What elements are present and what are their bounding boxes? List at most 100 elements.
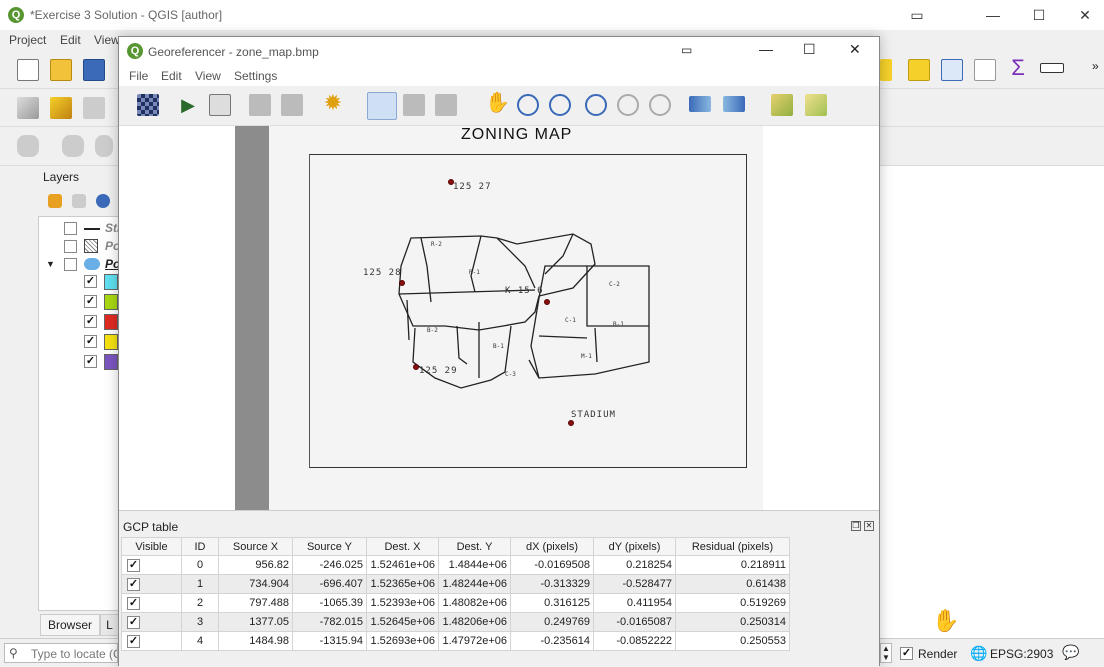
category-checkbox[interactable]: ✓ (84, 315, 97, 328)
gcp-row[interactable]: ✓ 4 1484.98 -1315.94 1.52693e+06 1.47972e+06-… (121, 631, 790, 651)
new-project-icon[interactable] (17, 59, 39, 81)
gcp-point-marker[interactable] (544, 299, 550, 305)
statistics-sigma-icon[interactable]: Σ (1007, 57, 1029, 79)
generate-gdal-script-icon[interactable] (209, 94, 231, 116)
column-header[interactable]: Visible (121, 537, 182, 556)
gcp-cell-residual[interactable]: 0.519269 (675, 593, 790, 613)
gcp-cell-dest-x[interactable]: 1.52645e+06 (366, 612, 439, 632)
menu-project[interactable]: Project (9, 33, 46, 47)
column-header[interactable]: ID (181, 537, 219, 556)
category-checkbox[interactable]: ✓ (84, 275, 97, 288)
geo-maximize-button[interactable]: ☐ (803, 41, 816, 58)
rotation-spinner[interactable]: ▲ ▼ (880, 643, 892, 663)
open-project-icon[interactable] (50, 59, 72, 81)
gcp-cell-source-x[interactable]: 1484.98 (218, 631, 293, 651)
visible-checkbox[interactable]: ✓ (127, 558, 140, 572)
column-header[interactable]: dY (pixels) (593, 537, 676, 556)
gcp-cell-residual[interactable]: 0.218911 (675, 555, 790, 575)
load-gcp-points-icon[interactable] (249, 94, 271, 116)
link-georeferencer-icon[interactable] (689, 96, 711, 112)
toggle-editing-icon[interactable] (50, 97, 72, 119)
open-raster-icon[interactable] (137, 94, 159, 116)
crs-label[interactable]: EPSG:2903 (990, 647, 1053, 661)
zoom-in-icon[interactable] (517, 94, 539, 116)
save-edits-icon[interactable] (83, 97, 105, 119)
gcp-cell-dx[interactable]: -0.313329 (510, 574, 594, 594)
column-header[interactable]: dX (pixels) (510, 537, 594, 556)
gcp-cell-source-x[interactable]: 956.82 (218, 555, 293, 575)
gcp-row[interactable]: ✓ 0 956.82 -246.025 1.52461e+06 1.4844e+06 -0.… (121, 555, 790, 575)
gcp-cell-source-x[interactable]: 797.488 (218, 593, 293, 613)
layer-checkbox[interactable] (64, 240, 77, 253)
gcp-cell-dest-x[interactable]: 1.52365e+06 (366, 574, 439, 594)
visible-checkbox[interactable]: ✓ (127, 634, 140, 648)
gcp-row[interactable]: ✓ 1 734.904 -696.407 1.52365e+06 1.48244e+06-… (121, 574, 790, 594)
gcp-cell-dest-x[interactable]: 1.52461e+06 (366, 555, 439, 575)
attribute-table-icon[interactable] (941, 59, 963, 81)
gcp-cell-dy[interactable]: -0.0165087 (593, 612, 676, 632)
field-calculator-icon[interactable] (974, 59, 996, 81)
close-button[interactable]: ✕ (1062, 0, 1104, 30)
gcp-cell-source-y[interactable]: -246.025 (292, 555, 367, 575)
gcp-cell-source-x[interactable]: 734.904 (218, 574, 293, 594)
zoom-next-icon[interactable] (649, 94, 671, 116)
geo-menu-view[interactable]: View (195, 69, 221, 83)
gcp-cell-dy[interactable]: -0.0852222 (593, 631, 676, 651)
gcp-cell-dest-y[interactable]: 1.4844e+06 (438, 555, 511, 575)
gcp-cell-id[interactable]: 4 (181, 631, 219, 651)
zoom-to-layer-icon[interactable] (585, 94, 607, 116)
full-histogram-stretch-icon[interactable] (771, 94, 793, 116)
category-checkbox[interactable]: ✓ (84, 355, 97, 368)
locator-bar[interactable]: ⚲ Type to locate (Ct (4, 643, 118, 663)
gcp-cell-id[interactable]: 1 (181, 574, 219, 594)
column-header[interactable]: Dest. Y (438, 537, 511, 556)
save-project-icon[interactable] (83, 59, 105, 81)
gcp-cell-id[interactable]: 3 (181, 612, 219, 632)
delete-point-icon[interactable] (403, 94, 425, 116)
gcp-cell-dx[interactable]: -0.0169508 (510, 555, 594, 575)
gcp-cell-source-x[interactable]: 1377.05 (218, 612, 293, 632)
add-group-icon[interactable] (72, 194, 86, 208)
category-checkbox[interactable]: ✓ (84, 335, 97, 348)
gcp-cell-residual[interactable]: 0.250553 (675, 631, 790, 651)
measure-icon[interactable] (1040, 63, 1064, 73)
gcp-cell-dx[interactable]: 0.249769 (510, 612, 594, 632)
geo-menu-settings[interactable]: Settings (234, 69, 277, 83)
style-layer-icon[interactable] (48, 194, 62, 208)
gcp-cell-dest-y[interactable]: 1.48206e+06 (438, 612, 511, 632)
close-panel-icon[interactable]: ✕ (864, 521, 874, 531)
gcp-cell-dest-x[interactable]: 1.52693e+06 (366, 631, 439, 651)
visibility-eye-icon[interactable] (96, 194, 110, 208)
zoom-out-icon[interactable] (549, 94, 571, 116)
menu-view[interactable]: View (94, 33, 120, 47)
gcp-cell-id[interactable]: 2 (181, 593, 219, 613)
gcp-point-marker[interactable] (448, 179, 454, 185)
start-georeferencing-icon[interactable]: ▶ (177, 94, 199, 116)
map-canvas[interactable]: ✋ (879, 166, 1104, 638)
toolbar-overflow-icon[interactable]: » (1092, 59, 1102, 81)
geo-close-button[interactable]: ✕ (849, 41, 861, 58)
column-header[interactable]: Residual (pixels) (675, 537, 790, 556)
column-header[interactable]: Dest. X (366, 537, 439, 556)
category-checkbox[interactable]: ✓ (84, 295, 97, 308)
float-panel-icon[interactable]: ❐ (851, 521, 861, 531)
visible-checkbox[interactable]: ✓ (127, 577, 140, 591)
link-qgis-icon[interactable] (723, 96, 745, 112)
visible-checkbox[interactable]: ✓ (127, 615, 140, 629)
local-histogram-stretch-icon[interactable] (805, 94, 827, 116)
expand-chevron-icon[interactable]: ▼ (46, 259, 55, 269)
layer-checkbox[interactable] (64, 222, 77, 235)
maximize-button[interactable]: ☐ (1016, 0, 1062, 30)
geo-minimize-button[interactable]: — (759, 41, 773, 57)
render-checkbox[interactable]: ✓ (900, 647, 913, 660)
tab-browser[interactable]: Browser (40, 614, 100, 636)
gcp-row[interactable]: ✓ 2 797.488 -1065.39 1.52393e+06 1.48082e+06 0… (121, 593, 790, 613)
gcp-cell-dy[interactable]: -0.528477 (593, 574, 676, 594)
pan-icon[interactable]: ✋ (485, 92, 510, 114)
gcp-cell-source-y[interactable]: -696.407 (292, 574, 367, 594)
gcp-cell-dest-x[interactable]: 1.52393e+06 (366, 593, 439, 613)
gcp-cell-dy[interactable]: 0.411954 (593, 593, 676, 613)
move-gcp-point-icon[interactable] (435, 94, 457, 116)
gcp-cell-dest-y[interactable]: 1.47972e+06 (438, 631, 511, 651)
display-switch-icon[interactable]: ▭ (894, 0, 940, 30)
